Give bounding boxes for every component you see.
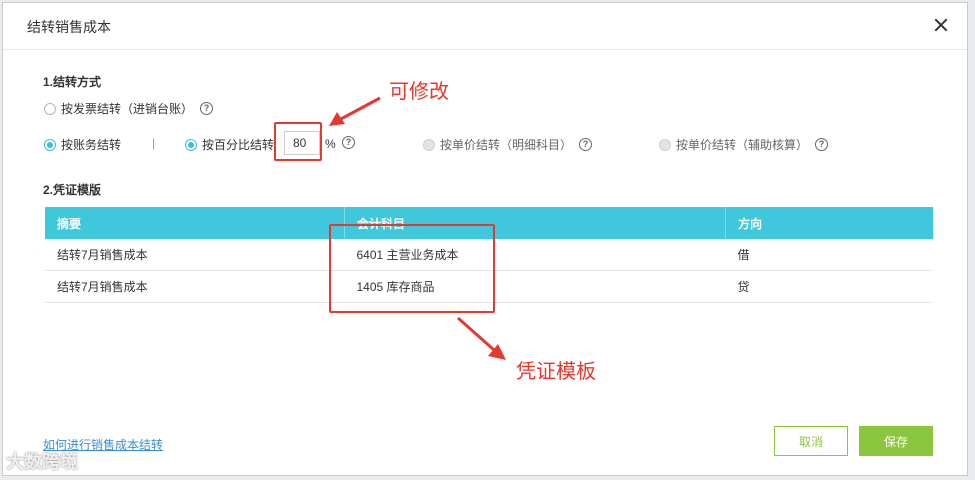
radio-label-invoice: 按发票结转（进销台账） (61, 102, 194, 116)
cell-summary: 结转7月销售成本 (45, 270, 345, 303)
radio-label-unit-aux: 按单价结转（辅助核算） (676, 138, 809, 152)
dialog-title: 结转销售成本 (27, 19, 111, 35)
help-icon[interactable]: ? (815, 138, 829, 151)
radio-option-percent[interactable]: 按百分比结转 (185, 136, 274, 153)
radio-option-unit-aux[interactable]: 按单价结转（辅助核算） ? (659, 136, 829, 153)
help-icon[interactable]: ? (579, 138, 593, 151)
highlight-box-accounts (329, 224, 495, 313)
option-separator: | (152, 136, 156, 150)
close-icon[interactable] (931, 15, 951, 35)
radio-unchecked-icon[interactable] (44, 102, 56, 115)
arrow-to-percent-icon (329, 96, 381, 126)
cell-direction: 贷 (725, 270, 933, 303)
highlight-box-percent (274, 122, 322, 161)
help-icon[interactable]: ? (200, 102, 214, 115)
radio-label-percent: 按百分比结转 (202, 138, 275, 152)
help-icon[interactable]: ? (342, 136, 355, 149)
voucher-section-title: 2.凭证模版 (43, 183, 102, 197)
annotation-editable: 可修改 (389, 81, 449, 103)
annotation-template: 凭证模板 (516, 361, 596, 383)
radio-disabled-icon[interactable] (423, 138, 435, 151)
watermark-logo: 大数跨境 (6, 452, 78, 472)
radio-label-unit-detail: 按单价结转（明细科目） (440, 138, 573, 152)
cancel-button[interactable]: 取消 (774, 426, 848, 456)
radio-option-ledger[interactable]: 按账务结转 (44, 136, 121, 153)
radio-label-ledger: 按账务结转 (61, 138, 122, 152)
radio-option-unit-detail[interactable]: 按单价结转（明细科目） ? (423, 136, 593, 153)
radio-checked-icon[interactable] (185, 138, 197, 151)
cell-direction: 借 (725, 239, 933, 271)
dialog-header: 结转销售成本 (3, 3, 967, 50)
column-header-direction: 方向 (725, 207, 933, 239)
radio-disabled-icon[interactable] (659, 138, 671, 151)
method-section-title: 1.结转方式 (43, 75, 102, 89)
arrow-to-template-icon (457, 316, 506, 360)
save-button[interactable]: 保存 (859, 426, 933, 456)
radio-checked-icon[interactable] (44, 138, 56, 151)
radio-option-invoice[interactable]: 按发票结转（进销台账） ? (44, 100, 214, 117)
cell-summary: 结转7月销售成本 (45, 239, 345, 271)
column-header-summary: 摘要 (45, 207, 345, 239)
percent-sign: % (325, 137, 336, 151)
